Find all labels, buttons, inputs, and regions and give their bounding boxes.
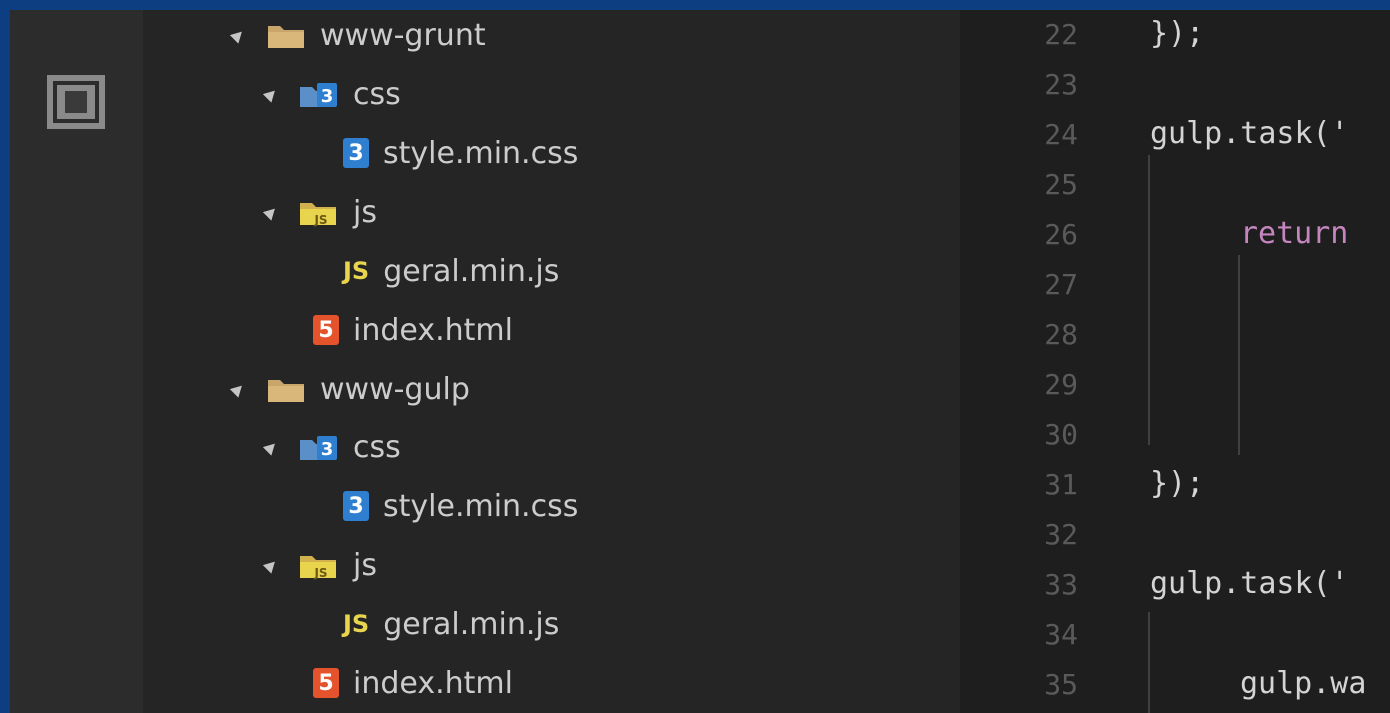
tree-item-file[interactable]: JS geral.min.js xyxy=(343,242,559,300)
tree-item-label: js xyxy=(353,547,377,583)
chevron-down-icon[interactable] xyxy=(262,556,280,574)
line-number: 27 xyxy=(1044,268,1078,301)
tree-item-folder[interactable]: JS js xyxy=(262,536,377,594)
tree-item-label: geral.min.js xyxy=(383,253,560,289)
code-line: }); xyxy=(1150,466,1205,501)
indent-guide xyxy=(1238,255,1240,455)
chevron-down-icon[interactable] xyxy=(229,380,247,398)
indent-guide xyxy=(1148,155,1150,445)
chevron-down-icon[interactable] xyxy=(262,438,280,456)
tree-item-file[interactable]: JS geral.min.js xyxy=(343,595,559,653)
html-file-icon: 5 xyxy=(313,315,339,345)
tree-item-label: index.html xyxy=(353,312,513,348)
line-number: 31 xyxy=(1044,468,1078,501)
folder-icon xyxy=(266,374,306,404)
css-folder-icon: 3 xyxy=(299,432,339,462)
line-number: 28 xyxy=(1044,318,1078,351)
code-line: gulp.wa xyxy=(1240,666,1367,701)
js-file-icon: JS xyxy=(343,610,370,638)
svg-text:JS: JS xyxy=(313,566,327,580)
indent-guide xyxy=(1148,612,1150,713)
code-line: gulp.task(' xyxy=(1150,116,1349,151)
css-file-icon: 3 xyxy=(343,491,369,521)
tree-item-folder[interactable]: 3 css xyxy=(262,65,401,123)
explorer-panel: www-grunt 3 css 3 style.min.css JS js JS… xyxy=(143,10,960,713)
tree-item-label: css xyxy=(353,429,401,465)
tree-item-folder[interactable]: 3 css xyxy=(262,418,401,476)
svg-text:3: 3 xyxy=(321,439,334,460)
code-line: }); xyxy=(1150,16,1205,51)
line-number: 22 xyxy=(1044,18,1078,51)
chevron-down-icon[interactable] xyxy=(262,203,280,221)
line-number: 26 xyxy=(1044,218,1078,251)
html-file-icon: 5 xyxy=(313,668,339,698)
code-editor[interactable]: 22 23 24 25 26 27 28 29 30 31 32 33 34 3… xyxy=(960,10,1390,713)
code-line: gulp.task(' xyxy=(1150,566,1349,601)
tree-item-label: style.min.css xyxy=(383,135,579,171)
tree-item-file[interactable]: 5 index.html xyxy=(313,654,513,712)
tree-item-file[interactable]: 5 index.html xyxy=(313,301,513,359)
js-file-icon: JS xyxy=(343,257,370,285)
chevron-down-icon[interactable] xyxy=(262,85,280,103)
tree-item-label: css xyxy=(353,76,401,112)
line-number: 35 xyxy=(1044,668,1078,701)
line-number: 32 xyxy=(1044,518,1078,551)
tree-item-label: index.html xyxy=(353,665,513,701)
svg-text:JS: JS xyxy=(313,213,327,227)
js-folder-icon: JS xyxy=(299,197,339,227)
explorer-icon[interactable] xyxy=(47,75,105,129)
code-line: return xyxy=(1240,216,1349,251)
line-number: 34 xyxy=(1044,618,1078,651)
tree-item-label: js xyxy=(353,194,377,230)
folder-icon xyxy=(266,20,306,50)
line-number: 33 xyxy=(1044,568,1078,601)
tree-item-label: www-grunt xyxy=(320,17,486,53)
line-number: 29 xyxy=(1044,368,1078,401)
tree-item-folder[interactable]: JS js xyxy=(262,183,377,241)
tree-item-folder[interactable]: www-gulp xyxy=(229,360,470,418)
css-folder-icon: 3 xyxy=(299,79,339,109)
svg-text:3: 3 xyxy=(321,86,334,107)
line-number: 24 xyxy=(1044,118,1078,151)
css-file-icon: 3 xyxy=(343,138,369,168)
tree-item-file[interactable]: 3 style.min.css xyxy=(343,124,578,182)
activity-bar xyxy=(10,10,143,713)
tree-item-label: geral.min.js xyxy=(383,606,560,642)
tree-item-label: www-gulp xyxy=(320,371,470,407)
chevron-down-icon[interactable] xyxy=(229,26,247,44)
line-number: 23 xyxy=(1044,68,1078,101)
editor-window: www-grunt 3 css 3 style.min.css JS js JS… xyxy=(10,10,1390,713)
tree-item-file[interactable]: 3 style.min.css xyxy=(343,477,578,535)
line-number: 30 xyxy=(1044,418,1078,451)
tree-item-folder[interactable]: www-grunt xyxy=(229,10,486,64)
js-folder-icon: JS xyxy=(299,550,339,580)
line-number: 25 xyxy=(1044,168,1078,201)
tree-item-label: style.min.css xyxy=(383,488,579,524)
